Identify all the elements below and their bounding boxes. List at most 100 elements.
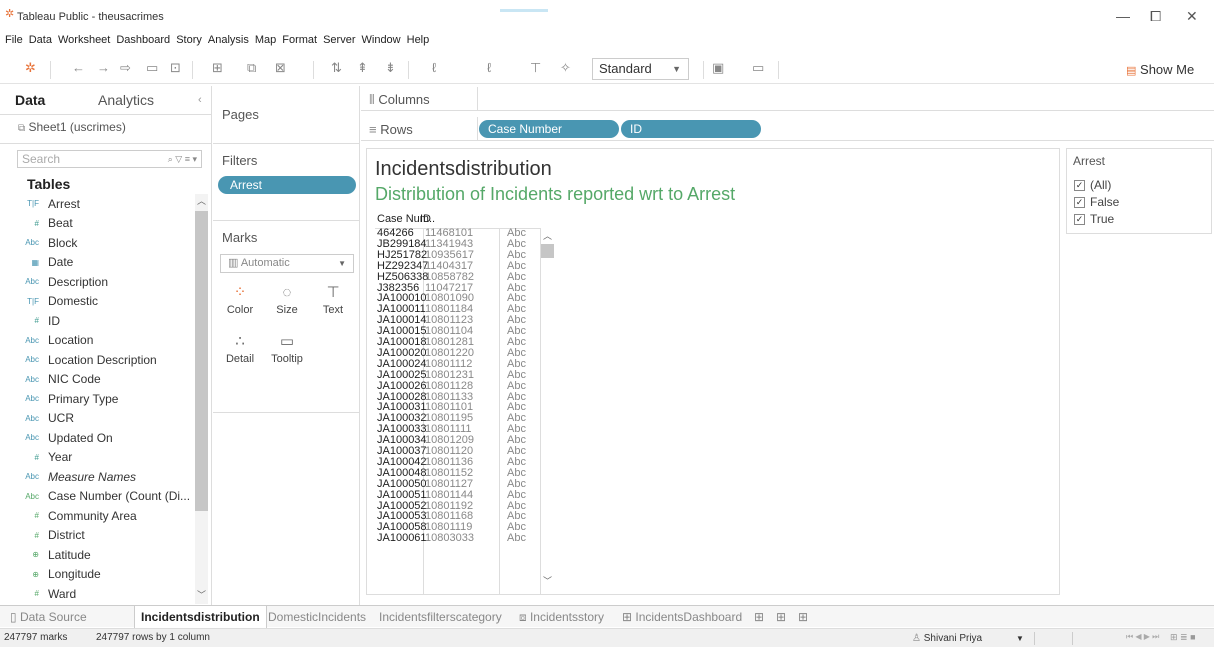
save-icon[interactable]: ▭: [146, 59, 158, 77]
field-item[interactable]: Abc Measure Names: [0, 467, 195, 487]
mark-type-select[interactable]: ▥ Automatic ▼: [220, 254, 354, 273]
field-item[interactable]: Abc UCR: [0, 409, 195, 429]
filter-option-true[interactable]: ✓ True: [1074, 212, 1114, 226]
menu-map[interactable]: Map: [255, 31, 276, 49]
text-button[interactable]: ⊤ Text: [313, 282, 353, 322]
menu-file[interactable]: File: [5, 31, 23, 49]
labels-icon[interactable]: ⊤: [530, 59, 541, 77]
menu-story[interactable]: Story: [176, 31, 202, 49]
fix-axes-icon[interactable]: ✧: [560, 59, 571, 77]
chevron-up-icon[interactable]: ︿: [197, 194, 206, 207]
menu-dashboard[interactable]: Dashboard: [116, 31, 170, 49]
checkbox-checked-icon[interactable]: ✓: [1074, 213, 1085, 225]
size-button[interactable]: ◌ Size: [267, 282, 307, 322]
presentation-mode-icon[interactable]: ▭: [752, 59, 764, 77]
new-dashboard-tab-icon[interactable]: ⊞: [770, 606, 792, 628]
new-worksheet-tab-icon[interactable]: ⊞: [748, 606, 770, 628]
sort-ascending-icon[interactable]: ⇞: [357, 59, 368, 77]
field-item[interactable]: Abc Location Description: [0, 350, 195, 370]
chevron-down-icon[interactable]: ﹀: [197, 588, 206, 601]
duplicate-sheet-icon[interactable]: ⧉: [247, 59, 256, 77]
collapse-pane-icon[interactable]: ‹: [198, 94, 202, 106]
color-button[interactable]: ⁘ Color: [220, 282, 260, 322]
tab-domesticincidents[interactable]: DomesticIncidents: [262, 606, 372, 628]
field-item[interactable]: # Community Area: [0, 506, 195, 526]
checkbox-checked-icon[interactable]: ✓: [1074, 179, 1085, 191]
restore-icon[interactable]: ⧠: [1150, 8, 1161, 25]
cell-text: Abc: [507, 270, 526, 283]
view-scrollbar[interactable]: ︿ ﹀: [541, 229, 554, 589]
view-scroll-thumb[interactable]: [541, 244, 554, 258]
field-item[interactable]: # Beat: [0, 214, 195, 234]
new-datasource-icon[interactable]: ⊡: [170, 59, 181, 77]
field-item[interactable]: Abc Updated On: [0, 428, 195, 448]
menu-worksheet[interactable]: Worksheet: [58, 31, 110, 49]
tab-incidentsfilterscategory[interactable]: Incidentsfilterscategory: [373, 606, 508, 628]
menu-help[interactable]: Help: [407, 31, 430, 49]
field-item[interactable]: T|F Arrest: [0, 194, 195, 214]
field-item[interactable]: ▦ Date: [0, 253, 195, 273]
cell-text: Abc: [507, 466, 526, 479]
tableau-home-icon[interactable]: ✲: [25, 59, 36, 77]
filter-pill-arrest[interactable]: Arrest: [218, 176, 356, 194]
menu-analysis[interactable]: Analysis: [208, 31, 249, 49]
highlight-icon[interactable]: ℓ: [432, 59, 436, 77]
search-filter-icons[interactable]: ⌕ ▽ ≡ ▾: [168, 151, 197, 167]
swap-icon[interactable]: ⇅: [331, 59, 342, 77]
menu-format[interactable]: Format: [282, 31, 317, 49]
sheet-navigation-icons[interactable]: ⏮ ◀ ▶ ⏭: [1126, 632, 1159, 642]
row-pill-case-number[interactable]: Case Number: [479, 120, 619, 138]
tab-data[interactable]: Data: [15, 92, 45, 108]
menu-server[interactable]: Server: [323, 31, 355, 49]
replay-icon[interactable]: ⇨: [120, 59, 131, 77]
tooltip-button[interactable]: ▭ Tooltip: [267, 331, 307, 371]
field-item[interactable]: ⊕ Longitude: [0, 565, 195, 585]
tab-analytics[interactable]: Analytics: [98, 92, 154, 108]
checkbox-checked-icon[interactable]: ✓: [1074, 196, 1085, 208]
row-pill-id[interactable]: ID: [621, 120, 761, 138]
new-story-tab-icon[interactable]: ⊞: [792, 606, 814, 628]
rows-shelf[interactable]: ≡ Rows Case Number ID: [361, 117, 1214, 141]
header-id[interactable]: ID: [420, 213, 431, 225]
field-item[interactable]: Abc Description: [0, 272, 195, 292]
fit-mode-select[interactable]: Standard ▼: [592, 58, 689, 80]
chevron-up-icon[interactable]: ︿: [543, 229, 552, 242]
minimize-icon[interactable]: —: [1116, 8, 1130, 24]
new-worksheet-icon[interactable]: ⊞: [212, 59, 223, 77]
redo-icon[interactable]: →: [97, 59, 110, 77]
filter-option-all[interactable]: ✓ (All): [1074, 178, 1111, 192]
field-item[interactable]: Abc NIC Code: [0, 370, 195, 390]
clear-sheet-icon[interactable]: ⊠: [275, 59, 286, 77]
tab-incidentsstory[interactable]: ⧈ Incidentsstory: [513, 606, 610, 628]
chevron-down-icon[interactable]: ﹀: [543, 574, 552, 587]
undo-icon[interactable]: ←: [72, 59, 85, 77]
columns-shelf[interactable]: ⦀ Columns: [361, 87, 1214, 111]
field-item[interactable]: Abc Block: [0, 233, 195, 253]
tab-incidentsdistribution[interactable]: Incidentsdistribution: [134, 606, 267, 628]
filter-option-false[interactable]: ✓ False: [1074, 195, 1119, 209]
menu-window[interactable]: Window: [362, 31, 401, 49]
show-me-button[interactable]: ▤ Show Me: [1126, 62, 1194, 77]
field-list-scroll-thumb[interactable]: [195, 211, 208, 511]
sort-descending-icon[interactable]: ⇟: [385, 59, 396, 77]
field-item[interactable]: # ID: [0, 311, 195, 331]
show-cards-icon[interactable]: ▣: [712, 59, 724, 77]
search-input[interactable]: Search ⌕ ▽ ≡ ▾: [17, 150, 202, 168]
group-icon[interactable]: ℓ: [487, 59, 491, 77]
user-menu[interactable]: ♙ Shivani Priya ▼: [912, 631, 1030, 646]
field-item[interactable]: # Year: [0, 448, 195, 468]
close-icon[interactable]: ✕: [1186, 8, 1198, 25]
datasource-item[interactable]: ⧉ Sheet1 (uscrimes): [18, 120, 126, 134]
field-item[interactable]: Abc Case Number (Count (Di...: [0, 487, 195, 507]
field-item[interactable]: Abc Primary Type: [0, 389, 195, 409]
field-item[interactable]: T|F Domestic: [0, 292, 195, 312]
tab-incidentsdashboard[interactable]: ⊞ IncidentsDashboard: [616, 606, 748, 628]
view-mode-icons[interactable]: ⊞ ≣ ■: [1170, 632, 1196, 643]
field-item[interactable]: Abc Location: [0, 331, 195, 351]
tab-data-source[interactable]: ▯ Data Source: [4, 606, 93, 628]
field-item[interactable]: # Ward: [0, 584, 195, 604]
menu-data[interactable]: Data: [29, 31, 52, 49]
field-item[interactable]: ⊕ Latitude: [0, 545, 195, 565]
field-item[interactable]: # District: [0, 526, 195, 546]
detail-button[interactable]: ∴ Detail: [220, 331, 260, 371]
